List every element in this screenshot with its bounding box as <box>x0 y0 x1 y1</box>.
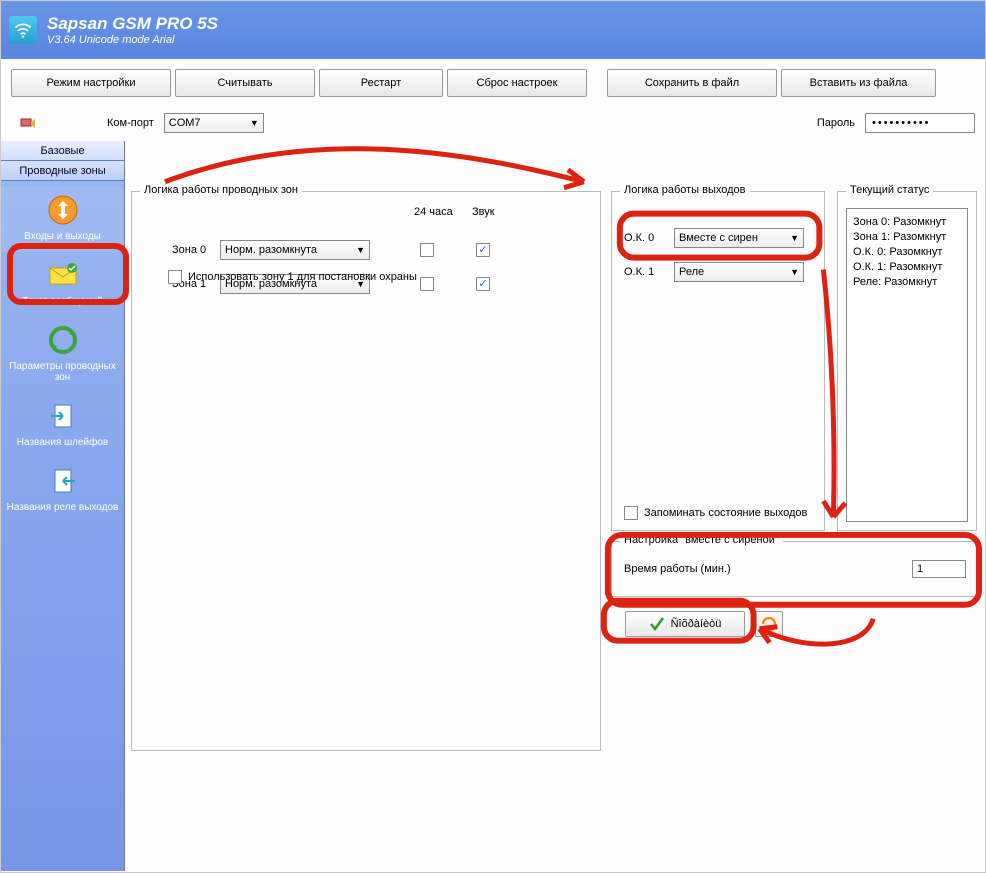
remember-label: Запоминать состояние выходов <box>644 507 807 519</box>
sidebar-item-zoneparams[interactable]: Параметры проводных зон <box>1 317 124 393</box>
restart-button[interactable]: Рестарт <box>319 69 443 97</box>
use-zone1-label: Использовать зону 1 для постановки охран… <box>188 271 417 283</box>
main: Базовые Проводные зоны Входы и выходы Те… <box>1 141 985 871</box>
save-button[interactable]: Ñîõðàíèòü <box>625 611 745 637</box>
refresh-gear-icon <box>46 323 80 357</box>
status-line: О.К. 1: Разомкнут <box>853 260 961 275</box>
status-line: Зона 0: Разомкнут <box>853 215 961 230</box>
comport-label: Ком-порт <box>107 117 154 129</box>
sidebar-label-zoneparams: Параметры проводных зон <box>3 361 122 383</box>
document-arrow-icon <box>46 399 80 433</box>
sidebar-item-loopnames[interactable]: Названия шлейфов <box>1 393 124 458</box>
zone-row-0: Зона 0 Норм. разомкнута ▼ <box>172 236 590 264</box>
output-label-0: О.К. 0 <box>624 232 674 244</box>
output-row-0: О.К. 0 Вместе с сирен ▼ <box>624 224 814 252</box>
sidebar-tab-wired[interactable]: Проводные зоны <box>1 161 124 181</box>
zone-label-0: Зона 0 <box>172 244 220 256</box>
zone-mode-select-0[interactable]: Норм. разомкнута ▼ <box>220 240 370 260</box>
status-line: Реле: Разомкнут <box>853 275 961 290</box>
zone-sound-checkbox-1[interactable] <box>476 277 490 291</box>
comport-select[interactable]: COM7 ▼ <box>164 113 264 133</box>
group-outputs: Логика работы выходов О.К. 0 Вместе с си… <box>611 191 825 531</box>
zone-24h-checkbox-1[interactable] <box>420 277 434 291</box>
zone-sound-checkbox-0[interactable] <box>476 243 490 257</box>
chevron-down-icon: ▼ <box>356 245 365 255</box>
group-outputs-title: Логика работы выходов <box>620 184 750 196</box>
sidebar-tabs: Базовые Проводные зоны <box>1 141 124 181</box>
group-zones: Логика работы проводных зон 24 часа Звук… <box>131 191 601 751</box>
group-status: Текущий статус Зона 0: Разомкнут Зона 1:… <box>837 191 977 531</box>
sidebar: Базовые Проводные зоны Входы и выходы Те… <box>1 141 125 871</box>
password-input[interactable] <box>865 113 975 133</box>
output-mode-select-0[interactable]: Вместе с сирен ▼ <box>674 228 804 248</box>
status-line: Зона 1: Разомкнут <box>853 230 961 245</box>
inout-icon <box>46 193 80 227</box>
siren-time-label: Время работы (мин.) <box>624 563 731 575</box>
use-zone1-row: Использовать зону 1 для постановки охран… <box>168 270 417 284</box>
group-siren-title: Настройка "вместе с сиреной" <box>620 534 783 546</box>
sidebar-label-loopnames: Названия шлейфов <box>3 437 122 448</box>
output-mode-select-1[interactable]: Реле ▼ <box>674 262 804 282</box>
check-icon <box>649 616 665 632</box>
chevron-down-icon: ▼ <box>790 233 799 243</box>
remember-checkbox[interactable] <box>624 506 638 520</box>
output-mode-value-1: Реле <box>679 266 704 278</box>
sidebar-label-textmsg: Текст сообщений <box>3 296 122 307</box>
save-file-button[interactable]: Сохранить в файл <box>607 69 777 97</box>
col-24h: 24 часа <box>414 206 453 218</box>
sidebar-items: Входы и выходы Текст сообщений Параметры… <box>1 181 124 871</box>
use-zone1-checkbox[interactable] <box>168 270 182 284</box>
sidebar-tab-base[interactable]: Базовые <box>1 141 124 161</box>
save-button-label: Ñîõðàíèòü <box>671 618 722 630</box>
content: Логика работы проводных зон 24 часа Звук… <box>125 141 985 871</box>
output-label-1: О.К. 1 <box>624 266 674 278</box>
sidebar-item-relaynames[interactable]: Названия реле выходов <box>1 458 124 523</box>
status-line: О.К. 0: Разомкнут <box>853 245 961 260</box>
zone-mode-value-0: Норм. разомкнута <box>225 244 317 256</box>
app-icon <box>9 16 37 44</box>
envelope-icon <box>46 258 80 292</box>
sidebar-label-inout: Входы и выходы <box>3 231 122 242</box>
title-main: Sapsan GSM PRO 5S <box>47 14 218 34</box>
output-mode-value-0: Вместе с сирен <box>679 232 758 244</box>
siren-time-input[interactable] <box>912 560 966 578</box>
title-bar: Sapsan GSM PRO 5S V3.64 Unicode mode Ari… <box>1 1 985 59</box>
toolbar: Режим настройки Считывать Рестарт Сброс … <box>1 59 985 101</box>
port-row: Ком-порт COM7 ▼ Пароль <box>1 101 985 141</box>
title-text: Sapsan GSM PRO 5S V3.64 Unicode mode Ari… <box>47 14 218 46</box>
title-sub: V3.64 Unicode mode Arial <box>47 34 218 46</box>
load-file-button[interactable]: Вставить из файла <box>781 69 936 97</box>
app-window: Sapsan GSM PRO 5S V3.64 Unicode mode Ari… <box>0 0 986 873</box>
sidebar-item-textmsg[interactable]: Текст сообщений <box>1 252 124 317</box>
zone-24h-checkbox-0[interactable] <box>420 243 434 257</box>
remember-row: Запоминать состояние выходов <box>624 506 807 520</box>
chevron-down-icon: ▼ <box>790 267 799 277</box>
reset-button[interactable]: Сброс настроек <box>447 69 587 97</box>
sidebar-label-relaynames: Названия реле выходов <box>3 502 122 513</box>
mode-button[interactable]: Режим настройки <box>11 69 171 97</box>
output-row-1: О.К. 1 Реле ▼ <box>624 258 814 286</box>
document-arrow-icon-2 <box>46 464 80 498</box>
group-siren: Настройка "вместе с сиреной" Время работ… <box>611 541 977 597</box>
comport-value: COM7 <box>169 117 201 129</box>
password-label: Пароль <box>817 117 855 129</box>
port-icon <box>19 114 37 132</box>
refresh-button[interactable] <box>755 611 783 637</box>
sidebar-item-inout[interactable]: Входы и выходы <box>1 187 124 252</box>
col-sound: Звук <box>472 206 495 218</box>
wifi-icon <box>13 20 33 40</box>
group-status-title: Текущий статус <box>846 184 933 196</box>
chevron-down-icon: ▼ <box>250 118 259 128</box>
read-button[interactable]: Считывать <box>175 69 315 97</box>
refresh-icon <box>760 615 778 633</box>
status-textbox: Зона 0: Разомкнут Зона 1: Разомкнут О.К.… <box>846 208 968 522</box>
